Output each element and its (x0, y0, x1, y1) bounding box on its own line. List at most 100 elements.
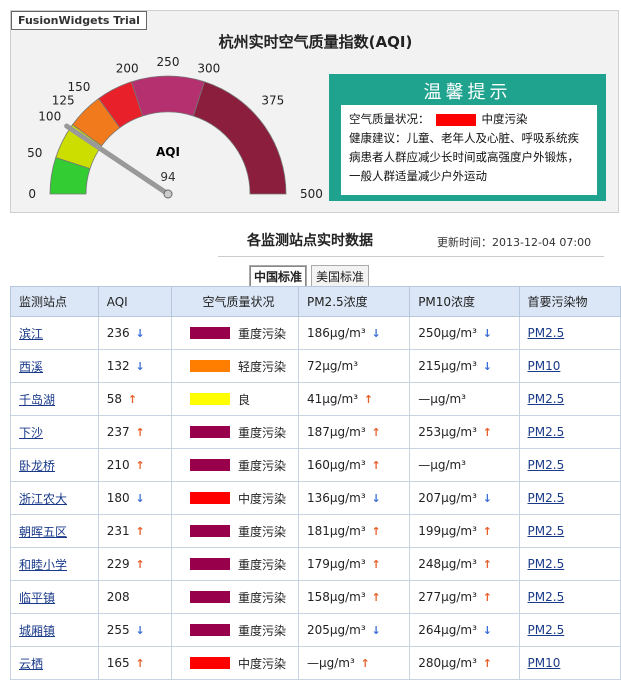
cell-status: 重度污染 (171, 316, 299, 350)
cell-primary: PM2.5 (518, 547, 621, 581)
cell-status: 轻度污染 (171, 349, 299, 383)
cell-aqi: 132 ↓ (97, 349, 173, 383)
cell-pm10: 250μg/m³ ↓ (409, 316, 520, 350)
cell-aqi: 208 (97, 580, 173, 614)
status-text: 重度污染 (238, 524, 287, 539)
gauge-tick-label: 300 (197, 61, 220, 75)
cell-station: 滨江 (10, 316, 99, 350)
aqi-up-arrow-icon: ↑ (135, 426, 145, 439)
status-color-swatch (435, 113, 476, 126)
cell-pm25: 41μg/m³ ↑ (297, 382, 411, 416)
pm10-value: 215μg/m³ (418, 359, 477, 373)
pm25-value: 41μg/m³ (306, 392, 359, 406)
station-link[interactable]: 朝晖五区 (19, 525, 67, 539)
status-text: 重度污染 (238, 590, 287, 605)
gauge-tick-label: 50 (27, 146, 42, 160)
primary-pollutant-link[interactable]: PM2.5 (528, 425, 565, 439)
cell-pm25: 72μg/m³ (297, 349, 411, 383)
cell-pm10: 215μg/m³ ↓ (409, 349, 520, 383)
tab-china-standard[interactable]: 中国标准 (249, 265, 308, 288)
cell-status: 重度污染 (171, 448, 299, 482)
status-text: 中度污染 (238, 491, 287, 506)
station-link[interactable]: 下沙 (19, 426, 43, 440)
pm25-up-arrow-icon: ↑ (371, 558, 381, 571)
cell-pm10: 264μg/m³ ↓ (409, 613, 520, 647)
station-link[interactable]: 浙江农大 (19, 492, 67, 506)
station-link[interactable]: 卧龙桥 (19, 459, 55, 473)
aqi-value: 231 (106, 524, 130, 538)
aqi-value: 208 (106, 590, 130, 604)
table-row: 西溪 132 ↓ 轻度污染 72μg/m³ 215μg/m³ ↓ PM10 (10, 349, 621, 383)
primary-pollutant-link[interactable]: PM2.5 (528, 590, 565, 604)
primary-pollutant-link[interactable]: PM2.5 (528, 326, 565, 340)
gauge-tick-label: 250 (157, 55, 180, 69)
station-link[interactable]: 滨江 (19, 327, 43, 341)
pm10-value: 207μg/m³ (418, 491, 477, 505)
cell-station: 卧龙桥 (10, 448, 99, 482)
cell-aqi: 237 ↑ (97, 415, 173, 449)
station-link[interactable]: 云栖 (19, 657, 43, 671)
status-swatch (190, 492, 231, 504)
cell-station: 云栖 (10, 646, 99, 680)
pm10-value: 250μg/m³ (418, 326, 477, 340)
header-pm10: PM10浓度 (409, 286, 520, 317)
pm10-value: 277μg/m³ (418, 590, 477, 604)
status-swatch (190, 591, 231, 603)
cell-primary: PM2.5 (518, 481, 621, 515)
cell-pm25: 179μg/m³ ↑ (297, 547, 411, 581)
primary-pollutant-link[interactable]: PM2.5 (528, 458, 565, 472)
pm25-value: 179μg/m³ (306, 557, 366, 571)
pm25-up-arrow-icon: ↑ (371, 525, 381, 538)
gauge-value-label: 94 (160, 170, 175, 184)
station-link[interactable]: 城厢镇 (19, 624, 55, 638)
table-row: 朝晖五区 231 ↑ 重度污染 181μg/m³ ↑ 199μg/m³ ↑ PM2.5 (10, 514, 621, 548)
pm25-value: 158μg/m³ (306, 590, 366, 604)
cell-aqi: 236 ↓ (97, 316, 173, 350)
tip-advice: 健康建议：儿童、老年人及心脏、呼吸系统疾病患者人群应减少长时间或高强度户外锻炼，… (349, 131, 579, 183)
pm10-value: —μg/m³ (418, 392, 466, 406)
cell-station: 朝晖五区 (10, 514, 99, 548)
status-text: 中度污染 (238, 656, 287, 671)
tip-status-label: 空气质量状况： (349, 112, 430, 126)
aqi-value: 180 (106, 491, 130, 505)
cell-status: 重度污染 (171, 415, 299, 449)
cell-aqi: 255 ↓ (97, 613, 173, 647)
cell-pm10: 280μg/m³ ↑ (409, 646, 520, 680)
cell-aqi: 229 ↑ (97, 547, 173, 581)
cell-station: 临平镇 (10, 580, 99, 614)
status-swatch (190, 657, 231, 669)
primary-pollutant-link[interactable]: PM2.5 (528, 557, 565, 571)
primary-pollutant-link[interactable]: PM2.5 (528, 491, 565, 505)
station-link[interactable]: 西溪 (19, 360, 43, 374)
header-aqi: AQI (97, 286, 173, 317)
section-title: 各监测站点实时数据 (247, 233, 373, 249)
aqi-down-arrow-icon: ↓ (135, 492, 145, 505)
primary-pollutant-link[interactable]: PM10 (528, 359, 561, 373)
cell-pm25: 158μg/m³ ↑ (297, 580, 411, 614)
standard-tabs: 中国标准 美国标准 (249, 265, 370, 288)
primary-pollutant-link[interactable]: PM2.5 (528, 392, 565, 406)
station-link[interactable]: 临平镇 (19, 591, 55, 605)
gauge-tick-label: 100 (38, 109, 61, 123)
status-text: 重度污染 (238, 458, 287, 473)
primary-pollutant-link[interactable]: PM10 (528, 656, 561, 670)
aqi-value: 229 (106, 557, 130, 571)
aqi-down-arrow-icon: ↓ (135, 327, 145, 340)
cell-pm10: —μg/m³ (409, 382, 520, 416)
cell-primary: PM2.5 (518, 316, 621, 350)
status-text: 重度污染 (238, 425, 287, 440)
primary-pollutant-link[interactable]: PM2.5 (528, 524, 565, 538)
cell-primary: PM2.5 (518, 382, 621, 416)
tab-us-standard[interactable]: 美国标准 (311, 265, 370, 288)
table-row: 浙江农大 180 ↓ 中度污染 136μg/m³ ↓ 207μg/m³ ↓ PM2.5 (10, 481, 621, 515)
gauge-tick-label: 375 (261, 94, 284, 108)
primary-pollutant-link[interactable]: PM2.5 (528, 623, 565, 637)
gauge-hub (163, 189, 173, 199)
station-link[interactable]: 千岛湖 (19, 393, 55, 407)
pm10-value: 280μg/m³ (418, 656, 477, 670)
aqi-up-arrow-icon: ↑ (135, 558, 145, 571)
status-swatch (190, 525, 231, 537)
stations-table: 监测站点 AQI 空气质量状况 PM2.5浓度 PM10浓度 首要污染物 滨江 2… (10, 286, 621, 680)
divider (218, 256, 604, 257)
station-link[interactable]: 和睦小学 (19, 558, 67, 572)
